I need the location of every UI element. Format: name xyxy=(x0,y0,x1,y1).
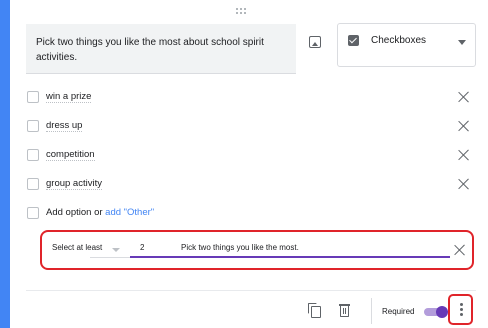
remove-option-icon[interactable] xyxy=(456,89,472,105)
validation-number-input[interactable]: 2 xyxy=(140,243,144,252)
footer-divider xyxy=(26,290,476,291)
add-option-row: Add option or add "Other" xyxy=(26,204,476,224)
question-type-label: Checkboxes xyxy=(371,35,427,46)
validation-error-text-input[interactable]: Pick two things you like the most. xyxy=(181,243,299,252)
checkbox-icon xyxy=(27,149,39,161)
checkbox-icon xyxy=(27,120,39,132)
question-title-text: Pick two things you like the most about … xyxy=(36,37,264,63)
add-option-link[interactable]: Add option or xyxy=(46,207,105,218)
checkbox-icon xyxy=(27,178,39,190)
response-validation-row: Select at least 2 Pick two things you li… xyxy=(40,230,474,270)
option-label[interactable]: group activity xyxy=(46,178,102,190)
add-other-link[interactable]: add "Other" xyxy=(105,207,154,218)
remove-option-icon[interactable] xyxy=(456,147,472,163)
more-options-highlight xyxy=(448,294,473,325)
option-label[interactable]: win a prize xyxy=(46,91,92,103)
caret-down-icon[interactable] xyxy=(112,248,120,252)
footer-vertical-divider xyxy=(371,298,372,324)
option-row[interactable]: group activity xyxy=(26,175,476,195)
delete-icon[interactable] xyxy=(339,303,351,318)
required-label: Required xyxy=(382,307,415,316)
more-vert-icon[interactable] xyxy=(460,303,463,317)
validation-rule-dropdown[interactable]: Select at least xyxy=(52,243,102,252)
option-row[interactable]: win a prize xyxy=(26,88,476,108)
option-label[interactable]: dress up xyxy=(46,120,83,132)
checkbox-icon xyxy=(27,207,39,219)
question-type-dropdown[interactable]: Checkboxes xyxy=(337,23,476,67)
question-title-field[interactable]: Pick two things you like the most about … xyxy=(26,24,296,74)
caret-down-icon xyxy=(458,40,466,45)
remove-option-icon[interactable] xyxy=(456,118,472,134)
active-card-accent xyxy=(0,0,10,328)
add-image-icon[interactable] xyxy=(307,34,323,50)
drag-handle-icon[interactable] xyxy=(233,8,249,16)
checkbox-icon xyxy=(348,35,359,46)
required-toggle[interactable] xyxy=(424,306,448,318)
question-card: Pick two things you like the most about … xyxy=(0,0,488,328)
option-row[interactable]: competition xyxy=(26,146,476,166)
duplicate-icon[interactable] xyxy=(308,303,322,319)
option-label[interactable]: competition xyxy=(46,149,95,161)
checkbox-icon xyxy=(27,91,39,103)
validation-active-underline xyxy=(130,256,450,258)
remove-option-icon[interactable] xyxy=(456,176,472,192)
remove-validation-icon[interactable] xyxy=(452,242,468,258)
option-row[interactable]: dress up xyxy=(26,117,476,137)
add-option-text: Add option or add "Other" xyxy=(46,207,154,218)
